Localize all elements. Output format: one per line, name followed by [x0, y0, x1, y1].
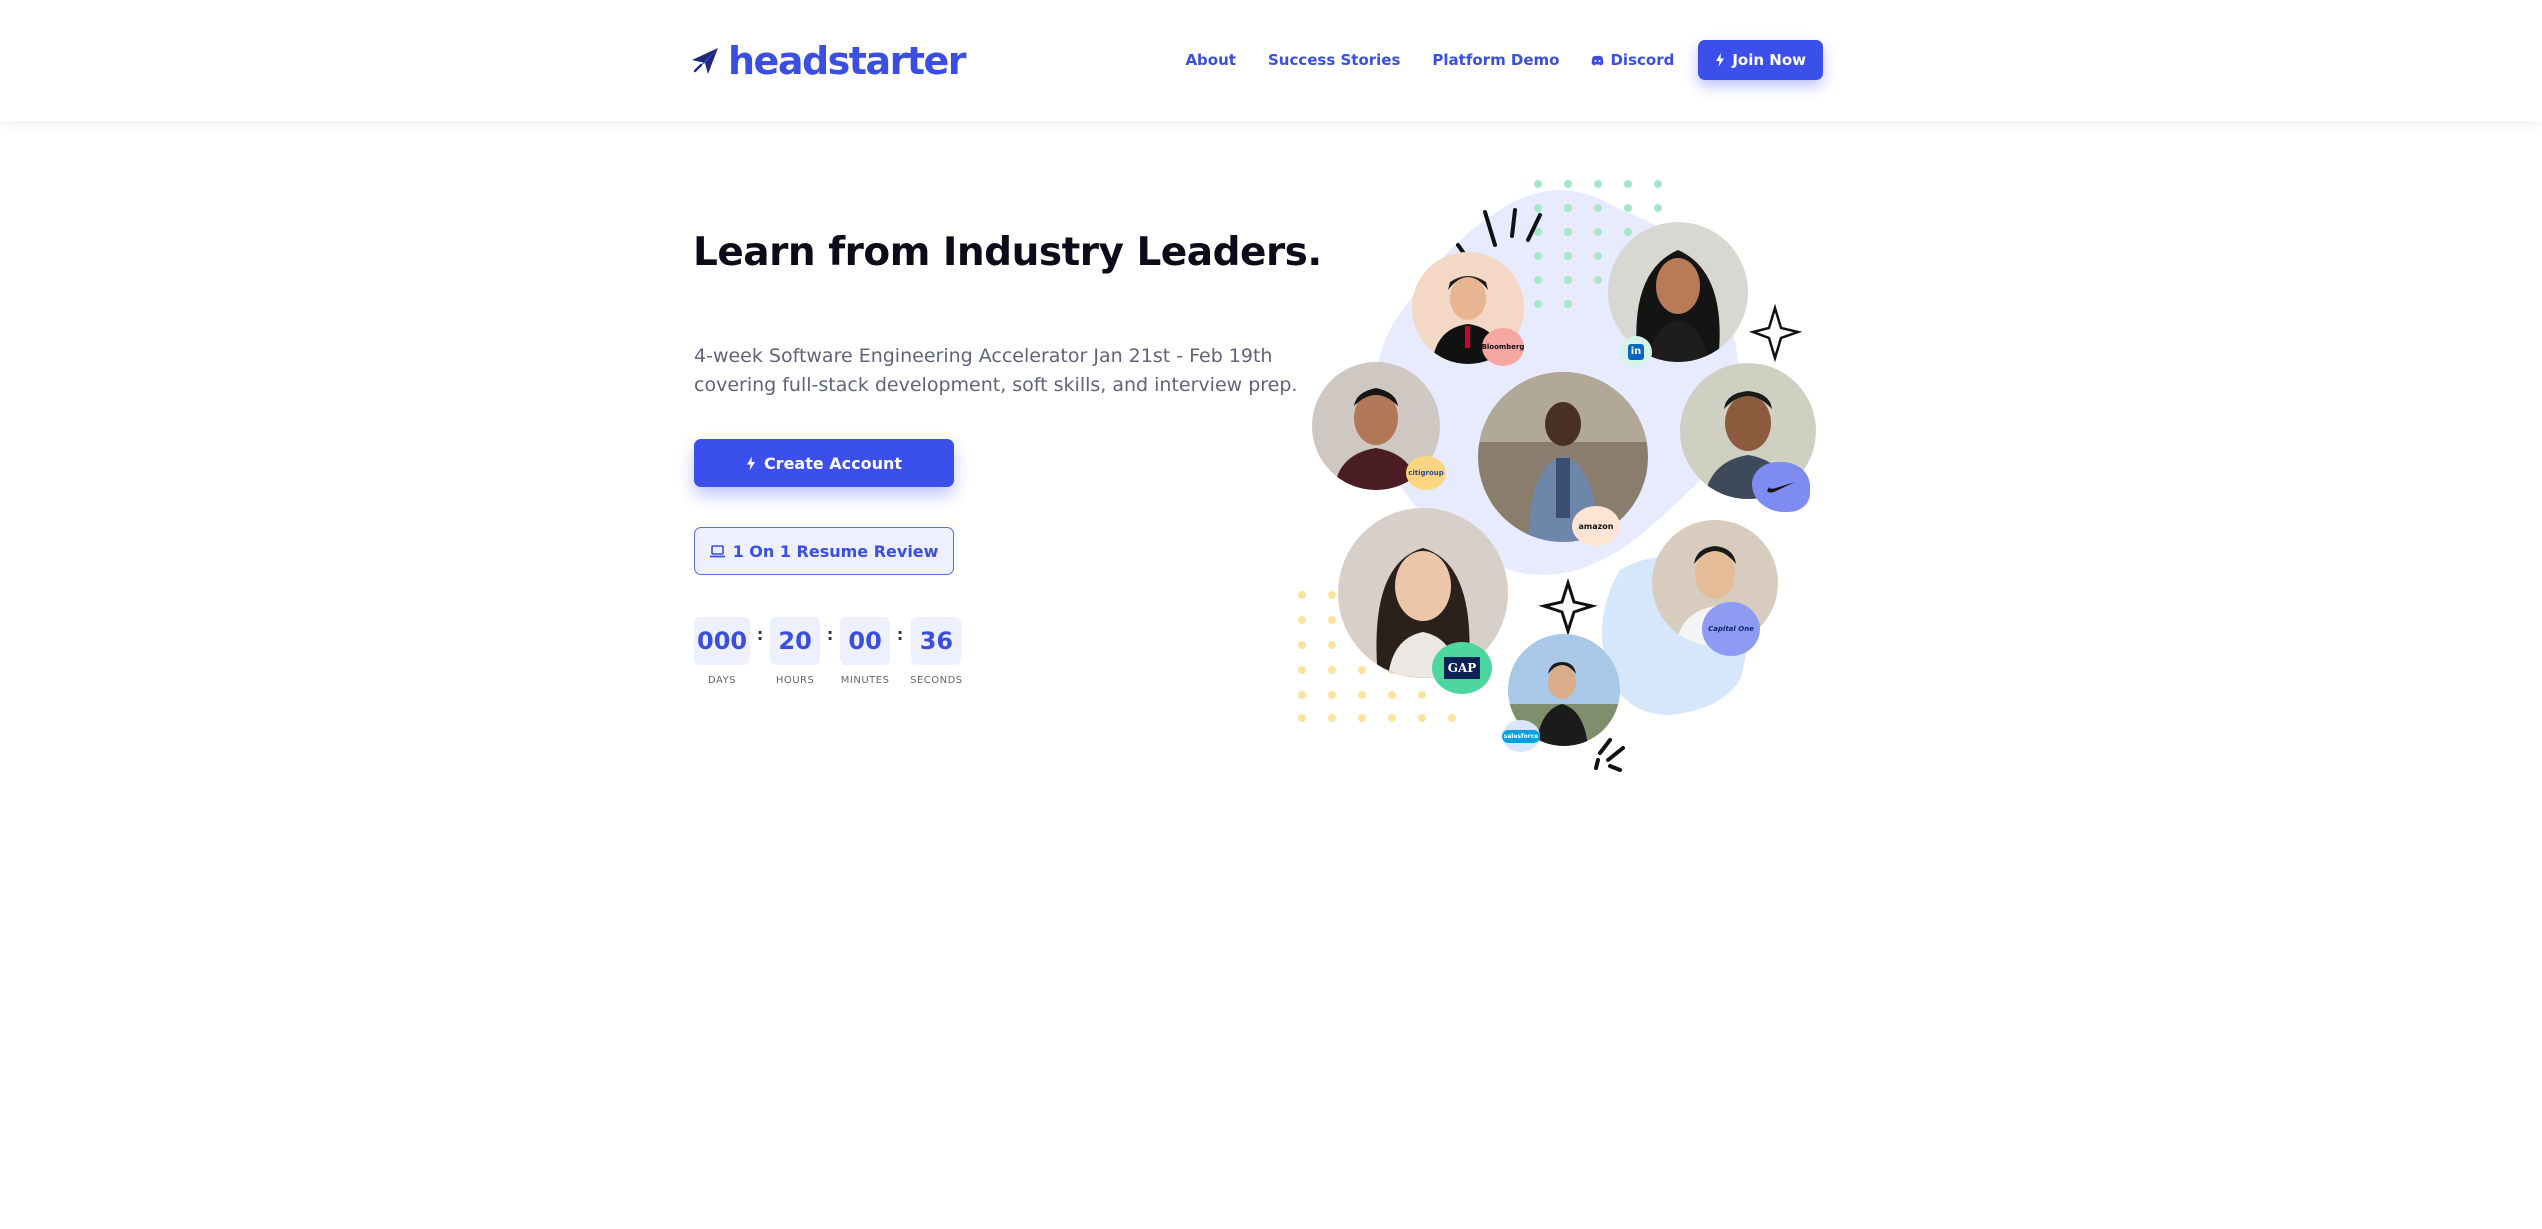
countdown-hours-value: 20 [770, 617, 821, 665]
salesforce-logo-badge: salesforce [1501, 720, 1541, 752]
gap-logo-badge: GAP [1432, 642, 1492, 694]
gap-label: GAP [1443, 657, 1481, 679]
nike-swoosh-icon [1767, 482, 1795, 493]
capitalone-label: Capital One [1708, 625, 1754, 633]
sparkle-star-right [1748, 303, 1803, 363]
countdown-days-label: DAYS [708, 675, 737, 686]
bloomberg-logo-badge: Bloomberg [1482, 328, 1524, 366]
capitalone-logo-badge: Capital One [1702, 602, 1760, 656]
top-navbar: headstarter About Success Stories Platfo… [0, 0, 2542, 121]
citigroup-logo-badge: citigroup [1406, 456, 1446, 490]
lightning-icon [1716, 53, 1725, 67]
sparkle-star-center [1538, 578, 1598, 636]
spark-lines-bottom [1594, 738, 1625, 772]
countdown-timer: 000 DAYS : 20 HOURS : 00 MINUTES : 36 SE… [694, 617, 963, 686]
create-account-label: Create Account [763, 453, 903, 473]
bloomberg-label: Bloomberg [1481, 343, 1525, 351]
brand-name: headstarter [728, 39, 967, 83]
countdown-minutes-value: 00 [840, 617, 891, 665]
countdown-seconds: 36 SECONDS [910, 617, 963, 686]
laptop-icon [709, 544, 725, 557]
nav-success-stories[interactable]: Success Stories [1268, 51, 1400, 69]
nav-success-stories-label: Success Stories [1267, 51, 1401, 69]
countdown-hours: 20 HOURS [770, 617, 821, 686]
mentor-collage: Bloomberg in citigroup amazon GAP Capita… [1290, 170, 1850, 790]
hero-title: Learn from Industry Leaders. [693, 230, 1322, 275]
countdown-minutes-label: MINUTES [840, 675, 890, 686]
resume-review-label: 1 On 1 Resume Review [732, 541, 939, 561]
linkedin-logo-badge: in [1620, 336, 1652, 368]
citigroup-label: citigroup [1408, 469, 1444, 477]
nav-discord-label: Discord [1610, 51, 1675, 69]
countdown-seconds-label: SECONDS [910, 675, 963, 686]
countdown-seconds-value: 36 [911, 617, 962, 665]
countdown-minutes: 00 MINUTES [840, 617, 891, 686]
amazon-logo-badge: amazon [1572, 506, 1620, 546]
salesforce-label: salesforce [1501, 729, 1541, 743]
nav-about[interactable]: About [1185, 51, 1236, 69]
discord-icon [1592, 55, 1604, 66]
nav-platform-demo-label: Platform Demo [1432, 51, 1560, 69]
amazon-label: amazon [1578, 521, 1614, 531]
paper-plane-icon [692, 48, 718, 74]
hero-subtitle: 4-week Software Engineering Accelerator … [694, 345, 1298, 396]
countdown-hours-label: HOURS [775, 675, 815, 686]
resume-review-button[interactable]: 1 On 1 Resume Review [694, 527, 954, 575]
nav-links: About Success Stories Platform Demo Disc… [1185, 38, 1823, 82]
mentor-avatar-4 [1478, 372, 1648, 542]
countdown-days-value: 000 [694, 617, 751, 665]
join-now-button[interactable]: Join Now [1698, 40, 1823, 80]
brand-logo[interactable]: headstarter [690, 38, 967, 84]
countdown-separator: : [896, 625, 904, 644]
nav-platform-demo[interactable]: Platform Demo [1432, 51, 1559, 69]
countdown-separator: : [826, 625, 834, 644]
nav-discord[interactable]: Discord [1591, 51, 1674, 69]
countdown-days: 000 DAYS [694, 617, 751, 686]
lightning-icon [746, 456, 755, 470]
join-now-label: Join Now [1732, 51, 1806, 69]
linkedin-icon: in [1628, 344, 1644, 360]
countdown-separator: : [756, 625, 764, 644]
nav-about-label: About [1185, 51, 1236, 69]
create-account-button[interactable]: Create Account [694, 439, 954, 487]
